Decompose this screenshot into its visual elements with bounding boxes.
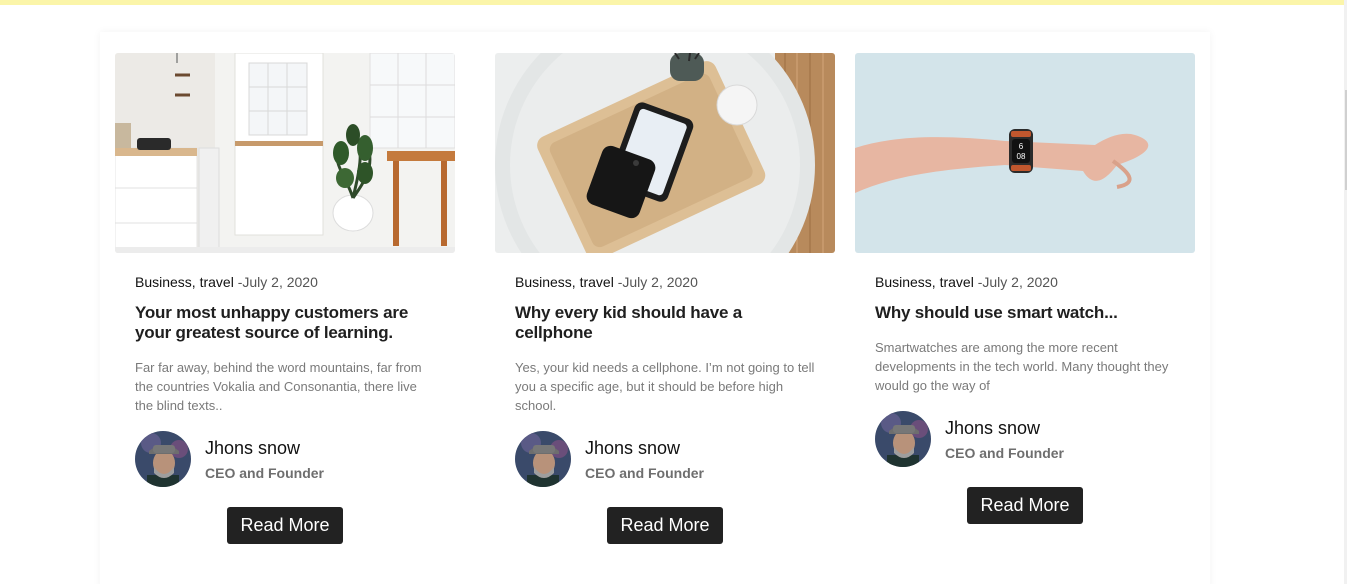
post-categories[interactable]: Business, travel — [875, 274, 974, 290]
post-categories[interactable]: Business, travel — [515, 274, 614, 290]
author-role: CEO and Founder — [585, 465, 704, 481]
post-image-kitchen[interactable] — [115, 53, 455, 253]
post-author: Jhons snow CEO and Founder — [515, 431, 815, 487]
post-date: -July 2, 2020 — [237, 274, 318, 290]
blog-card: 6 08 Business, travel -July 2, 2020 Why … — [855, 53, 1195, 524]
author-name: Jhons snow — [585, 438, 681, 458]
svg-text:6: 6 — [1019, 142, 1024, 151]
post-title[interactable]: Why every kid should have a cellphone — [515, 303, 815, 343]
read-more-button[interactable]: Read More — [227, 507, 343, 544]
author-name: Jhons snow — [945, 418, 1041, 438]
post-date: -July 2, 2020 — [617, 274, 698, 290]
post-categories[interactable]: Business, travel — [135, 274, 234, 290]
author-avatar — [875, 411, 931, 467]
post-meta: Business, travel -July 2, 2020 — [515, 274, 815, 290]
svg-text:08: 08 — [1017, 152, 1026, 161]
read-more-button[interactable]: Read More — [607, 507, 723, 544]
post-title[interactable]: Why should use smart watch... — [875, 303, 1175, 323]
blog-card: Business, travel -July 2, 2020 Why every… — [495, 53, 835, 544]
top-strip — [0, 0, 1347, 5]
blog-card: Business, travel -July 2, 2020 Your most… — [115, 53, 455, 544]
post-title[interactable]: Your most unhappy customers are your gre… — [135, 303, 435, 343]
post-excerpt: Yes, your kid needs a cellphone. I’m not… — [515, 360, 815, 413]
post-author: Jhons snow CEO and Founder — [135, 431, 435, 487]
post-excerpt: Far far away, behind the word mountains,… — [135, 360, 422, 413]
post-image-smartwatch[interactable]: 6 08 — [855, 53, 1195, 253]
post-excerpt: Smartwatches are among the more recent d… — [875, 340, 1169, 393]
post-image-phone-tray[interactable] — [495, 53, 835, 253]
author-avatar — [515, 431, 571, 487]
post-author: Jhons snow CEO and Founder — [875, 411, 1175, 467]
author-role: CEO and Founder — [205, 465, 324, 481]
author-avatar — [135, 431, 191, 487]
blog-section: Business, travel -July 2, 2020 Your most… — [100, 32, 1210, 584]
post-date: -July 2, 2020 — [977, 274, 1058, 290]
read-more-button[interactable]: Read More — [967, 487, 1083, 524]
post-meta: Business, travel -July 2, 2020 — [135, 274, 435, 290]
author-role: CEO and Founder — [945, 445, 1064, 461]
post-meta: Business, travel -July 2, 2020 — [875, 274, 1175, 290]
author-name: Jhons snow — [205, 438, 301, 458]
